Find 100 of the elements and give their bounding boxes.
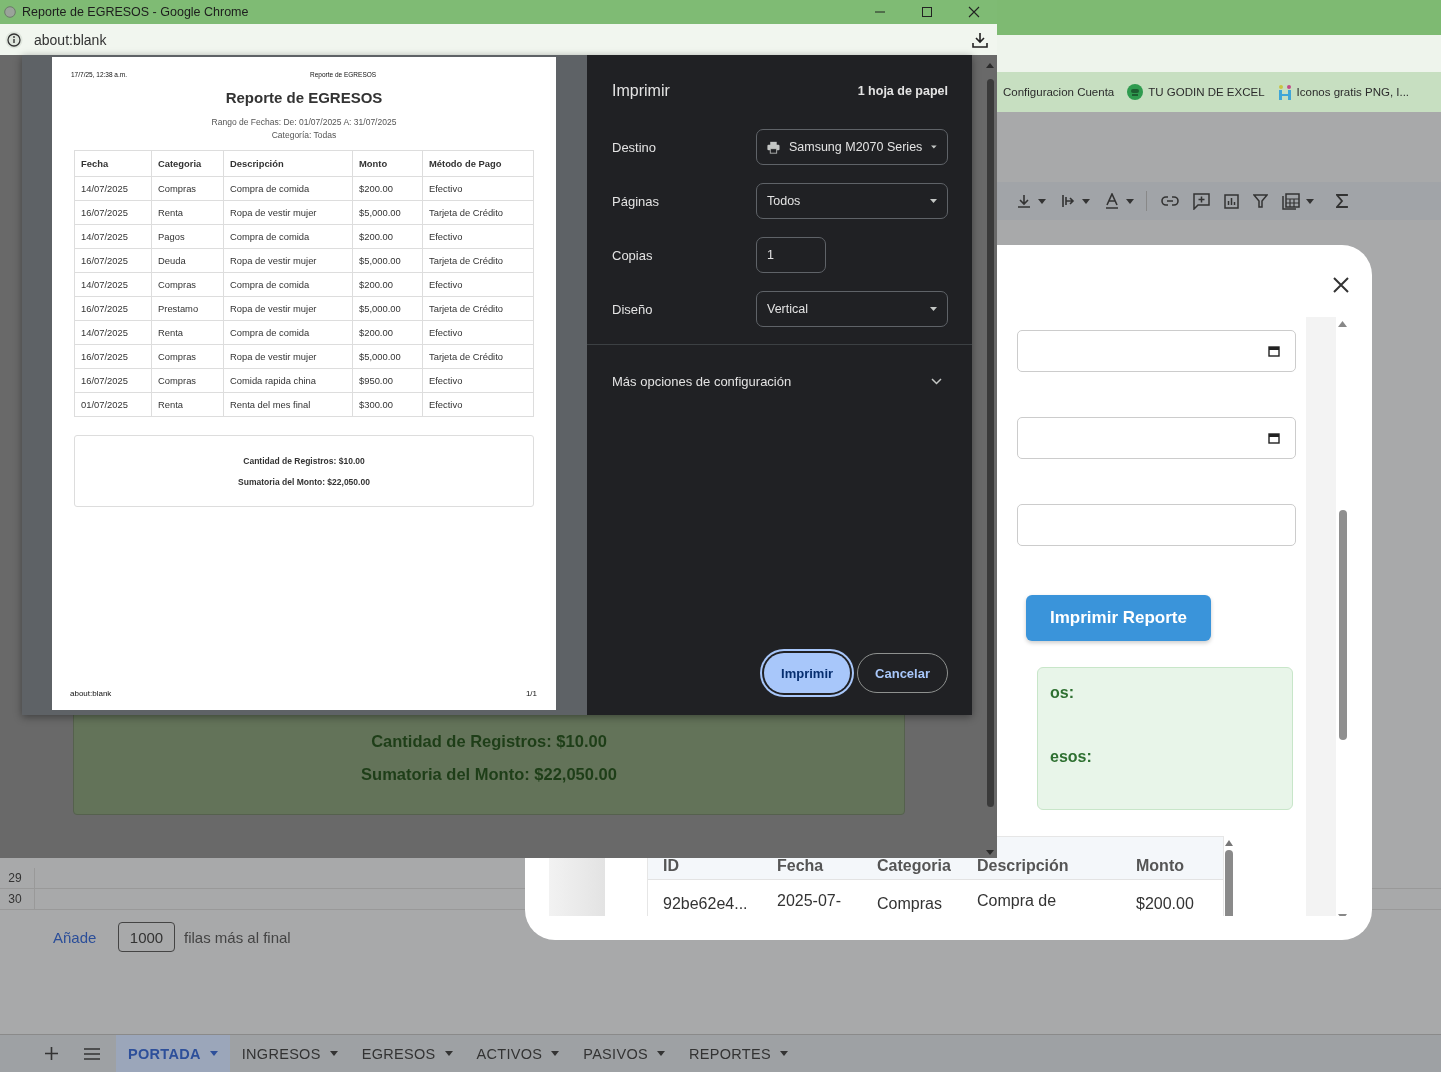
row-count-field[interactable]: 1000: [118, 922, 175, 952]
arrow-up-icon[interactable]: [986, 63, 994, 68]
table-cell: Tarjeta de Crédito: [422, 248, 534, 273]
calendar-icon[interactable]: [1268, 345, 1280, 357]
caret-icon: [930, 307, 937, 311]
input-field[interactable]: [1017, 504, 1296, 546]
table-cell: Compras: [151, 176, 224, 201]
dropdown[interactable]: Vertical: [756, 291, 948, 327]
sheet-tab[interactable]: ACTIVOS: [464, 1035, 572, 1072]
column-header: Fecha: [776, 856, 825, 876]
setting-label: Diseño: [612, 301, 654, 317]
close-icon[interactable]: [1333, 277, 1349, 293]
bookmark[interactable]: TU GODIN DE EXCEL: [1127, 84, 1265, 100]
table-cell: $5,000.00: [352, 296, 423, 321]
sheet-tab[interactable]: PASIVOS: [571, 1035, 677, 1072]
date-range-text: Rango de Fechas: De: 01/07/2025 A: 31/07/2025: [210, 117, 398, 127]
table-cell: Ropa de vestir mujer: [223, 200, 353, 225]
scrollbar-thumb[interactable]: [986, 79, 994, 807]
add-rows-label: filas más al final: [184, 928, 291, 946]
copies-field[interactable]: 1: [756, 237, 826, 273]
table-cell: Efectivo: [422, 224, 534, 249]
table-cell: $300.00: [352, 392, 423, 417]
filter-icon[interactable]: [1253, 194, 1268, 208]
table-cell: 16/07/2025: [74, 296, 152, 321]
table-cell: 16/07/2025: [74, 200, 152, 225]
table-cell: Compra de comida: [223, 224, 353, 249]
maximize-icon[interactable]: [921, 6, 933, 18]
table-icon[interactable]: [1282, 192, 1300, 210]
table-cell: $200.00: [352, 272, 423, 297]
dropdown[interactable]: Todos: [756, 183, 948, 219]
sheet-count: 1 hoja de papel: [857, 83, 948, 100]
table-cell: 01/07/2025: [74, 392, 152, 417]
close-icon[interactable]: [968, 6, 980, 18]
more-settings-toggle[interactable]: Más opciones de configuración: [612, 345, 948, 417]
scrollbar-thumb[interactable]: [1338, 510, 1347, 740]
table-cell: $200.00: [352, 176, 423, 201]
caret-icon[interactable]: [1306, 198, 1314, 204]
url-text[interactable]: about:blank: [34, 31, 972, 48]
table-cell: Tarjeta de Crédito: [422, 344, 534, 369]
caret-icon[interactable]: [1126, 198, 1134, 204]
column-header: Categoria: [151, 150, 224, 177]
sum-icon[interactable]: [1336, 194, 1348, 208]
sheet-tab[interactable]: REPORTES: [676, 1035, 800, 1072]
column-header: Fecha: [74, 150, 152, 177]
scrollbar-thumb[interactable]: [1225, 850, 1233, 916]
row-number: 29: [0, 868, 35, 888]
comment-icon[interactable]: [1193, 192, 1210, 210]
table-cell: Compras: [151, 272, 224, 297]
caret-icon: [551, 1051, 560, 1056]
table-cell: Ropa de vestir mujer: [223, 248, 353, 273]
caret-icon: [779, 1051, 788, 1056]
add-icon[interactable]: [45, 1047, 58, 1060]
dialog-title: Imprimir: [612, 82, 670, 100]
table-cell: 14/07/2025: [74, 272, 152, 297]
link-icon[interactable]: [1161, 195, 1179, 207]
setting-label: Destino: [612, 139, 658, 155]
arrow-down-icon[interactable]: [986, 850, 994, 855]
table-cell: Efectivo: [422, 392, 534, 417]
table-cell: Renta: [151, 320, 224, 345]
arrow-up-icon[interactable]: [1225, 840, 1233, 846]
caret-icon[interactable]: [1038, 198, 1046, 204]
text-wrap-icon[interactable]: [1060, 193, 1076, 209]
arrow-up-icon[interactable]: [1338, 321, 1347, 327]
table-cell: 14/07/2025: [74, 176, 152, 201]
sheet-tab[interactable]: EGRESOS: [349, 1035, 465, 1072]
date-field[interactable]: [1017, 417, 1296, 459]
align-bottom-icon[interactable]: [1016, 193, 1032, 209]
caret-icon: [444, 1051, 453, 1056]
summary-label: esos:: [1050, 748, 1093, 766]
dropdown[interactable]: Samsung M2070 Series: [756, 129, 948, 165]
row-number: 30: [0, 889, 35, 909]
caret-icon[interactable]: [1082, 198, 1090, 204]
table-cell-text: 92be62e4...: [662, 894, 749, 914]
date-field[interactable]: [1017, 330, 1296, 372]
table-cell: $5,000.00: [352, 200, 423, 225]
chart-icon[interactable]: [1224, 193, 1239, 209]
table-cell: $5,000.00: [352, 344, 423, 369]
column-header: Descripción: [976, 856, 1070, 876]
bookmark[interactable]: Configuracion Cuenta: [1003, 86, 1115, 98]
table-cell-text: Compra de: [976, 891, 1058, 911]
sheet-tab[interactable]: INGRESOS: [229, 1035, 350, 1072]
table-cell: Tarjeta de Crédito: [422, 296, 534, 321]
column-header: Monto: [1135, 856, 1185, 876]
calendar-icon[interactable]: [1268, 432, 1280, 444]
table-cell: 16/07/2025: [74, 368, 152, 393]
caret-icon: [931, 145, 937, 149]
table-cell-text: Compras: [876, 894, 943, 914]
table-cell: Ropa de vestir mujer: [223, 344, 353, 369]
download-icon[interactable]: [972, 31, 988, 48]
caret-icon: [656, 1051, 665, 1056]
bookmark[interactable]: Iconos gratis PNG, I...: [1277, 84, 1410, 100]
summary-text: Cantidad de Registros: $10.00: [243, 455, 365, 466]
menu-icon[interactable]: [84, 1047, 100, 1060]
column-header: Descripción: [223, 150, 353, 177]
summary-text: Cantidad de Registros: $10.00: [371, 732, 607, 751]
info-icon[interactable]: [5, 30, 23, 49]
report-title: Reporte de EGRESOS: [224, 89, 384, 106]
table-cell: 14/07/2025: [74, 320, 152, 345]
table-cell: Deuda: [151, 248, 224, 273]
text-color-icon[interactable]: [1104, 193, 1120, 209]
